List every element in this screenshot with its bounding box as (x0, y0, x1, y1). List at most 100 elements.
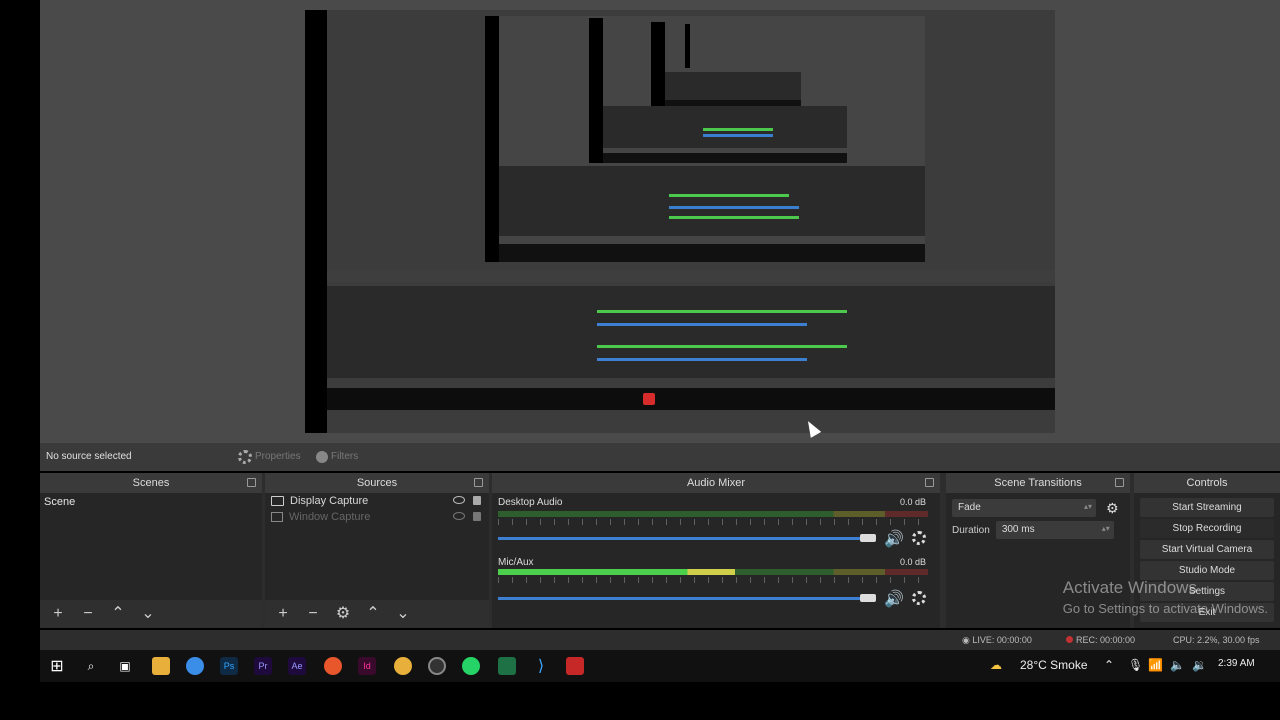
indesign-icon[interactable]: Id (358, 657, 376, 675)
lock-icon[interactable] (473, 496, 481, 505)
properties-button[interactable]: Properties (238, 447, 301, 466)
stop-recording-button[interactable]: Stop Recording (1140, 519, 1274, 538)
volume-slider[interactable] (498, 597, 868, 600)
chevron-up-icon[interactable]: ⌃ (1104, 658, 1114, 672)
volume-knob[interactable] (860, 534, 876, 542)
edge-icon[interactable] (186, 657, 204, 675)
volume-icon[interactable]: 🔉 (1192, 658, 1207, 672)
premiere-icon[interactable]: Pr (254, 657, 272, 675)
spin-icon: ▴▾ (1083, 502, 1092, 511)
status-bar: ◉ LIVE: 00:00:00 REC: 00:00:00 CPU: 2.2%… (40, 630, 1280, 650)
scenes-header: Scenes (40, 473, 262, 493)
windows-start-icon[interactable]: ⊞ (48, 657, 66, 675)
move-up-icon[interactable]: ⌃ (110, 606, 126, 622)
start-streaming-button[interactable]: Start Streaming (1140, 498, 1274, 517)
activate-windows-watermark: Activate Windows Go to Settings to activ… (1063, 578, 1268, 616)
app-orange-icon[interactable] (324, 657, 342, 675)
bottom-margin (0, 682, 1280, 720)
preview-canvas[interactable] (305, 10, 1055, 433)
duration-input[interactable]: 300 ms ▴▾ (995, 521, 1114, 539)
add-icon[interactable]: + (275, 606, 291, 622)
mic-icon[interactable]: 🎙 (1128, 658, 1143, 672)
weather-text[interactable]: 28°C Smoke (1020, 658, 1088, 672)
no-source-label: No source selected (46, 451, 132, 462)
move-up-icon[interactable]: ⌃ (365, 606, 381, 622)
speaker-icon[interactable]: 🔊 (884, 589, 904, 609)
filters-button[interactable]: Filters (316, 447, 358, 466)
watermark-title: Activate Windows (1062, 578, 1197, 597)
remove-icon[interactable]: − (80, 606, 96, 622)
context-bar (40, 443, 1280, 471)
vscode-icon[interactable]: ⟩ (532, 657, 550, 675)
float-icon[interactable] (247, 478, 256, 487)
speaker-icon[interactable]: 🔈 (1170, 658, 1185, 672)
move-down-icon[interactable]: ⌄ (140, 606, 156, 622)
live-time: LIVE: 00:00:00 (972, 635, 1032, 645)
after-effects-icon[interactable]: Ae (288, 657, 306, 675)
channel-name: Desktop Audio (498, 497, 563, 508)
excel-icon[interactable] (498, 657, 516, 675)
float-icon[interactable] (474, 478, 483, 487)
transition-value: Fade (958, 502, 981, 513)
filters-label: Filters (331, 451, 359, 462)
windows-taskbar: ⊞ ⌕ ▣ Ps Pr Ae Id ⟩ ☁ 28°C Smoke ⌃ 🎙 📶 🔈… (40, 650, 1280, 682)
app-red-icon[interactable] (566, 657, 584, 675)
chrome-icon[interactable] (394, 657, 412, 675)
scenes-title: Scenes (132, 477, 170, 489)
meter-ticks (498, 577, 928, 583)
properties-label: Properties (255, 451, 301, 462)
source-item-window-capture[interactable]: Window Capture (265, 509, 489, 525)
source-label: Window Capture (289, 511, 371, 523)
speaker-icon[interactable]: 🔊 (884, 529, 904, 549)
add-icon[interactable]: + (50, 606, 66, 622)
gear-icon[interactable] (912, 531, 926, 545)
remove-icon[interactable]: − (305, 606, 321, 622)
weather-icon: ☁ (990, 658, 1002, 672)
photoshop-icon[interactable]: Ps (220, 657, 238, 675)
gear-icon[interactable] (912, 591, 926, 605)
channel-name: Mic/Aux (498, 557, 534, 568)
gear-icon[interactable]: ⚙ (1106, 500, 1119, 517)
file-explorer-icon[interactable] (152, 657, 170, 675)
transitions-title: Scene Transitions (994, 477, 1082, 489)
gear-icon[interactable]: ⚙ (335, 606, 351, 622)
rec-time: REC: 00:00:00 (1076, 635, 1136, 645)
sources-dock: Sources Display Capture Window Capture +… (265, 473, 489, 628)
scenes-footer: + − ⌃ ⌄ (40, 600, 262, 628)
obs-icon[interactable] (428, 657, 446, 675)
search-icon[interactable]: ⌕ (82, 657, 100, 675)
controls-title: Controls (1186, 477, 1228, 489)
transition-select-row: Fade ▴▾ ⚙ (952, 499, 1119, 517)
whatsapp-icon[interactable] (462, 657, 480, 675)
float-icon[interactable] (1115, 478, 1124, 487)
eye-icon[interactable] (453, 496, 465, 504)
transitions-header: Scene Transitions (946, 473, 1130, 493)
left-margin (0, 0, 40, 720)
rec-dot-icon (1066, 636, 1073, 643)
volume-slider[interactable] (498, 537, 868, 540)
volume-knob[interactable] (860, 594, 876, 602)
eye-icon[interactable] (453, 512, 465, 520)
monitor-icon (271, 496, 284, 506)
start-virtual-camera-button[interactable]: Start Virtual Camera (1140, 540, 1274, 559)
level-fill (498, 569, 735, 575)
source-label: Display Capture (290, 495, 369, 507)
lock-icon[interactable] (473, 512, 481, 521)
network-icon[interactable]: 📶 (1148, 658, 1163, 672)
source-item-display-capture[interactable]: Display Capture (265, 493, 489, 509)
gear-icon (238, 449, 252, 464)
sources-title: Sources (356, 477, 398, 489)
watermark-subtitle: Go to Settings to activate Windows. (1062, 601, 1268, 616)
move-down-icon[interactable]: ⌄ (395, 606, 411, 622)
mixer-title: Audio Mixer (686, 477, 746, 489)
sources-header: Sources (265, 473, 489, 493)
clock[interactable]: 2:39 AM (1218, 658, 1255, 669)
mixer-channel-mic: Mic/Aux 0.0 dB 🔊 (496, 557, 932, 617)
float-icon[interactable] (925, 478, 934, 487)
scene-item[interactable]: Scene (40, 493, 262, 511)
task-view-icon[interactable]: ▣ (116, 657, 134, 675)
meter-ticks (498, 519, 928, 525)
duration-row: Duration 300 ms ▴▾ (952, 521, 1114, 539)
channel-db: 0.0 dB (899, 557, 926, 567)
transition-select[interactable]: Fade ▴▾ (952, 499, 1096, 517)
